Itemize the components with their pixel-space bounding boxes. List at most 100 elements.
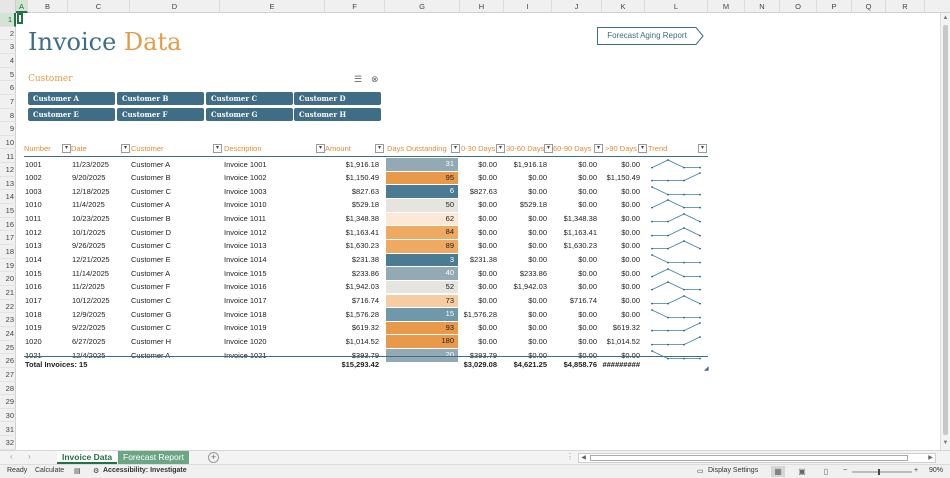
days-over-90-cell[interactable]: $0.00	[602, 239, 640, 252]
days-over-90-cell[interactable]: $0.00	[602, 294, 640, 307]
days-0-30-cell[interactable]: $0.00	[459, 335, 497, 348]
row-header-27[interactable]: 27	[0, 368, 16, 382]
date-cell[interactable]: 10/23/2025	[72, 212, 122, 225]
description-cell[interactable]: Invoice 1012	[224, 226, 316, 239]
days-outstanding-cell[interactable]: 15	[386, 308, 458, 321]
description-cell[interactable]: Invoice 1001	[224, 158, 316, 171]
amount-cell[interactable]: $619.32	[320, 321, 379, 334]
column-header-p[interactable]: P	[817, 0, 852, 13]
prev-sheet-icon[interactable]: ‹	[10, 452, 13, 461]
column-header-e[interactable]: E	[220, 0, 325, 13]
date-cell[interactable]: 11/14/2025	[72, 267, 122, 280]
days-60-90-cell[interactable]: $0.00	[551, 198, 597, 211]
slicer-button-customer-b[interactable]: Customer B	[117, 92, 204, 105]
days-60-90-cell[interactable]: $1,163.41	[551, 226, 597, 239]
row-header-3[interactable]: 3	[0, 40, 16, 54]
days-over-90-cell[interactable]: $0.00	[602, 267, 640, 280]
horizontal-scrollbar[interactable]: ◀ ▶	[578, 453, 936, 463]
description-cell[interactable]: Invoice 1010	[224, 198, 316, 211]
row-header-15[interactable]: 15	[0, 204, 16, 218]
row-header-2[interactable]: 2	[0, 27, 16, 41]
description-cell[interactable]: Invoice 1014	[224, 253, 316, 266]
filter-dropdown-icon[interactable]: ▾	[316, 144, 325, 153]
amount-cell[interactable]: $1,163.41	[320, 226, 379, 239]
table-resize-handle-icon[interactable]: ◢	[704, 365, 709, 372]
date-cell[interactable]: 6/27/2025	[72, 335, 122, 348]
column-header-k[interactable]: K	[602, 0, 645, 13]
days-outstanding-cell[interactable]: 40	[386, 267, 458, 280]
days-60-90-cell[interactable]: $0.00	[551, 335, 597, 348]
number-cell[interactable]: 1003	[25, 185, 65, 198]
row-header-17[interactable]: 17	[0, 231, 16, 246]
row-header-22[interactable]: 22	[0, 300, 16, 314]
row-header-23[interactable]: 23	[0, 313, 16, 327]
amount-cell[interactable]: $1,150.49	[320, 171, 379, 184]
column-header-f[interactable]: F	[325, 0, 385, 13]
accessibility-status[interactable]: Accessibility: Investigate	[103, 467, 187, 474]
days-60-90-cell[interactable]: $0.00	[551, 171, 597, 184]
slicer-button-customer-g[interactable]: Customer G	[206, 108, 293, 121]
customer-cell[interactable]: Customer B	[131, 212, 211, 225]
days-outstanding-cell[interactable]: 3	[386, 253, 458, 267]
description-cell[interactable]: Invoice 1016	[224, 280, 316, 293]
slicer-button-customer-d[interactable]: Customer D	[294, 92, 381, 105]
number-cell[interactable]: 1018	[25, 308, 65, 321]
days-60-90-cell[interactable]: $0.00	[551, 267, 597, 280]
customer-cell[interactable]: Customer D	[131, 226, 211, 239]
days-60-90-cell[interactable]: $1,348.38	[551, 212, 597, 225]
column-header-n[interactable]: N	[745, 0, 780, 13]
customer-cell[interactable]: Customer C	[131, 321, 211, 334]
multi-select-icon[interactable]: ☰	[354, 74, 364, 84]
zoom-in-icon[interactable]: +	[914, 467, 918, 474]
date-cell[interactable]: 9/20/2025	[72, 171, 122, 184]
vertical-scroll-thumb[interactable]	[943, 25, 948, 435]
days-60-90-cell[interactable]: $0.00	[551, 253, 597, 266]
days-60-90-cell[interactable]: $716.74	[551, 294, 597, 307]
vertical-scrollbar[interactable]: ▲ ▼	[940, 13, 950, 450]
clear-filter-icon[interactable]: ⊗	[371, 74, 381, 84]
row-header-11[interactable]: 11	[0, 150, 16, 164]
scroll-up-icon[interactable]: ▲	[941, 14, 950, 23]
filter-dropdown-icon[interactable]: ▾	[544, 144, 553, 153]
macro-record-icon[interactable]: ▤	[74, 467, 81, 475]
days-60-90-cell[interactable]: $1,630.23	[551, 239, 597, 252]
row-header-9[interactable]: 9	[0, 122, 16, 136]
days-30-60-cell[interactable]: $0.00	[503, 185, 547, 198]
amount-cell[interactable]: $716.74	[320, 294, 379, 307]
slicer-button-customer-f[interactable]: Customer F	[117, 108, 204, 121]
amount-cell[interactable]: $529.18	[320, 198, 379, 211]
number-cell[interactable]: 1011	[25, 212, 65, 225]
days-0-30-cell[interactable]: $0.00	[459, 171, 497, 184]
row-header-6[interactable]: 6	[0, 81, 16, 95]
days-over-90-cell[interactable]: $0.00	[602, 280, 640, 293]
filter-dropdown-icon[interactable]: ▾	[638, 144, 647, 153]
days-over-90-cell[interactable]: $0.00	[602, 185, 640, 198]
days-30-60-cell[interactable]: $0.00	[503, 294, 547, 307]
days-outstanding-cell[interactable]: 50	[386, 198, 458, 212]
days-outstanding-cell[interactable]: 93	[386, 321, 458, 335]
days-over-90-cell[interactable]: $0.00	[602, 308, 640, 321]
slicer-button-customer-c[interactable]: Customer C	[206, 92, 293, 105]
filter-dropdown-icon[interactable]: ▾	[375, 144, 384, 153]
days-0-30-cell[interactable]: $231.38	[459, 253, 497, 266]
days-30-60-cell[interactable]: $1,942.03	[503, 280, 547, 293]
customer-cell[interactable]: Customer C	[131, 294, 211, 307]
number-cell[interactable]: 1015	[25, 267, 65, 280]
date-cell[interactable]: 9/22/2025	[72, 321, 122, 334]
amount-cell[interactable]: $1,916.18	[320, 158, 379, 171]
row-header-13[interactable]: 13	[0, 177, 16, 191]
tab-forecast-report[interactable]: Forecast Report	[118, 451, 189, 464]
days-outstanding-cell[interactable]: 52	[386, 280, 458, 294]
days-0-30-cell[interactable]: $0.00	[459, 212, 497, 225]
row-header-19[interactable]: 19	[0, 259, 16, 273]
filter-dropdown-icon[interactable]: ▾	[594, 144, 603, 153]
slicer-button-customer-a[interactable]: Customer A	[28, 92, 115, 105]
row-header-14[interactable]: 14	[0, 190, 16, 205]
zoom-out-icon[interactable]: −	[843, 467, 847, 474]
column-header-r[interactable]: R	[886, 0, 925, 13]
number-cell[interactable]: 1020	[25, 335, 65, 348]
display-settings-button[interactable]: Display Settings	[708, 467, 758, 474]
date-cell[interactable]: 11/23/2025	[72, 158, 122, 171]
row-header-32[interactable]: 32	[0, 436, 16, 450]
zoom-slider[interactable]	[852, 469, 912, 475]
